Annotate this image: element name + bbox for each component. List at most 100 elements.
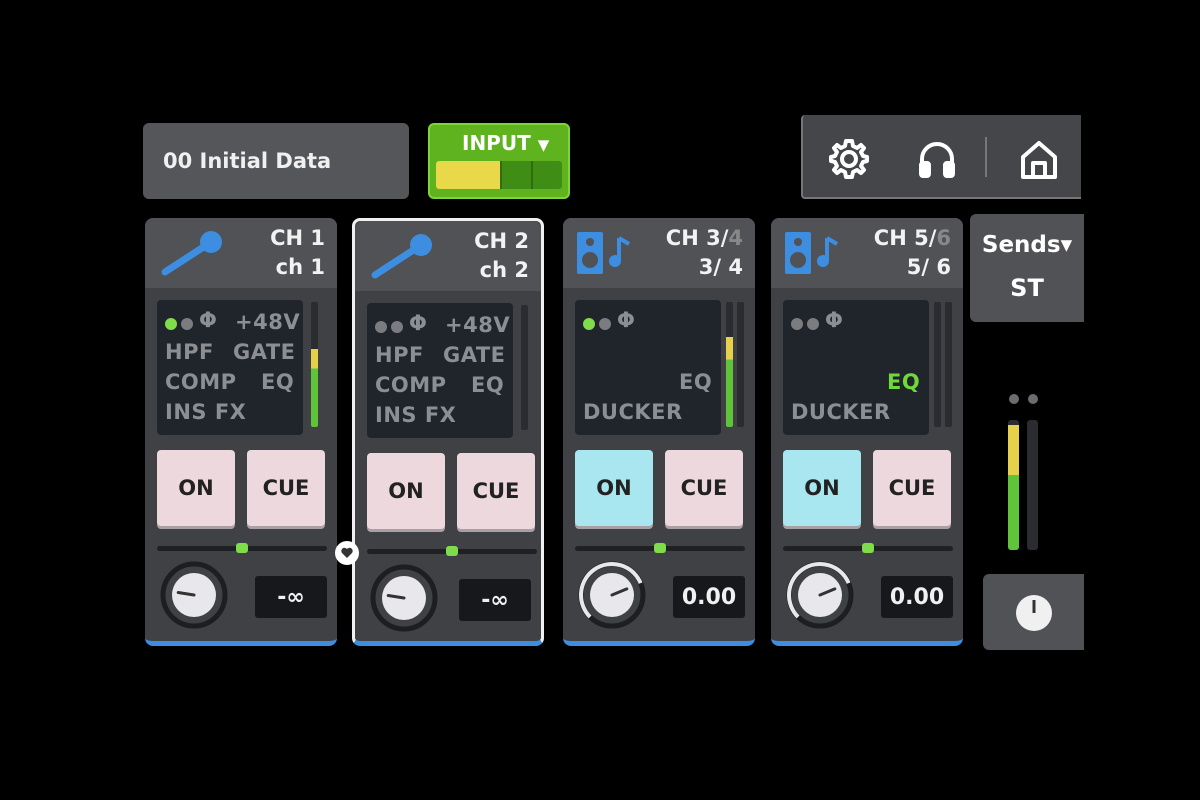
signal-dot: [583, 318, 595, 330]
pan-slider-handle[interactable]: [236, 543, 248, 553]
signal-dot: [807, 318, 819, 330]
channel-name: 5/ 6: [906, 255, 951, 279]
channel-strip[interactable]: CH 2 ch 2 Φ +48V HPF GATE COMP EQ INS FX…: [352, 218, 544, 646]
signal-dot: [391, 321, 403, 333]
bank-segment: [502, 161, 533, 189]
on-button[interactable]: ON: [783, 450, 861, 526]
hpf-indicator: HPF: [165, 340, 214, 364]
gain-knob[interactable]: [577, 560, 647, 630]
cue-button[interactable]: CUE: [873, 450, 951, 526]
channel-strip[interactable]: CH 1 ch 1 Φ +48V HPF GATE COMP EQ INS FX…: [145, 218, 337, 646]
speaker-music-icon: [785, 232, 839, 274]
channel-processing-panel[interactable]: Φ +48V HPF GATE COMP EQ INS FX: [157, 300, 303, 435]
eq-indicator: EQ: [887, 370, 921, 394]
stereo-peak-right: [1028, 394, 1038, 404]
on-button[interactable]: ON: [157, 450, 235, 526]
input-selector-button[interactable]: INPUT ▼: [428, 123, 570, 199]
phase-indicator: Φ: [617, 308, 636, 332]
signal-dot: [375, 321, 387, 333]
stereo-meter-right: [1027, 420, 1038, 550]
channel-name: 3/ 4: [698, 255, 743, 279]
phase-indicator: Φ: [409, 311, 428, 335]
channel-processing-panel[interactable]: Φ EQ DUCKER: [575, 300, 721, 435]
input-bank-indicator: [436, 161, 562, 189]
chevron-down-icon: ▾: [1060, 232, 1073, 258]
channel-meter-right: [737, 302, 744, 427]
link-marker-icon: [335, 541, 359, 565]
level-readout: -∞: [459, 579, 531, 621]
channel-header: CH 2 ch 2: [355, 221, 541, 291]
knob-icon: [1016, 595, 1052, 631]
pan-slider-handle[interactable]: [654, 543, 666, 553]
gear-icon[interactable]: [827, 137, 871, 181]
sends-label: Sends: [981, 232, 1061, 258]
headphones-icon[interactable]: [915, 137, 959, 181]
home-icon[interactable]: [1017, 137, 1061, 181]
pan-slider-handle[interactable]: [862, 543, 874, 553]
channel-id: CH 1: [270, 226, 325, 250]
channel-header: CH 3/4 3/ 4: [563, 218, 755, 288]
on-button[interactable]: ON: [367, 453, 445, 529]
channel-processing-panel[interactable]: Φ +48V HPF GATE COMP EQ INS FX: [367, 303, 513, 438]
pan-slider[interactable]: [783, 543, 953, 553]
ins-fx-indicator: INS FX: [165, 400, 247, 424]
cue-button[interactable]: CUE: [665, 450, 743, 526]
stereo-meter-left: [1008, 420, 1019, 550]
pan-slider[interactable]: [367, 546, 537, 556]
master-level-button[interactable]: [983, 574, 1084, 650]
channel-meter-left: [934, 302, 941, 427]
toolbar: [801, 115, 1081, 199]
ducker-indicator: DUCKER: [583, 400, 683, 424]
cue-button[interactable]: CUE: [457, 453, 535, 529]
gain-knob[interactable]: [785, 560, 855, 630]
channel-name: ch 1: [275, 255, 325, 279]
signal-dot: [165, 318, 177, 330]
signal-dot: [181, 318, 193, 330]
input-label: INPUT: [462, 131, 531, 155]
stereo-peak-left: [1009, 394, 1019, 404]
channel-strip[interactable]: CH 5/6 5/ 6 Φ EQ DUCKER ON CUE 0.00: [771, 218, 963, 646]
heart-icon: [341, 547, 353, 558]
channel-strip[interactable]: CH 3/4 3/ 4 Φ EQ DUCKER ON CUE 0.00: [563, 218, 755, 646]
phase-indicator: Φ: [825, 308, 844, 332]
eq-indicator: EQ: [679, 370, 713, 394]
microphone-icon: [161, 231, 222, 276]
level-readout: 0.00: [881, 576, 953, 618]
toolbar-divider: [985, 137, 987, 177]
signal-dot: [791, 318, 803, 330]
gate-indicator: GATE: [443, 343, 506, 367]
on-button[interactable]: ON: [575, 450, 653, 526]
microphone-icon: [371, 234, 432, 279]
speaker-music-icon: [577, 232, 631, 274]
channel-id: CH 3/4: [665, 226, 743, 250]
channel-meter: [521, 305, 528, 430]
channel-id: CH 2: [474, 229, 529, 253]
pan-slider[interactable]: [157, 543, 327, 553]
channel-header: CH 5/6 5/ 6: [771, 218, 963, 288]
channel-name: ch 2: [479, 258, 529, 282]
hpf-indicator: HPF: [375, 343, 424, 367]
chevron-down-icon: ▼: [537, 136, 550, 154]
phase-indicator: Φ: [199, 308, 218, 332]
channel-id: CH 5/6: [873, 226, 951, 250]
scene-memory-button[interactable]: 00 Initial Data: [143, 123, 409, 199]
eq-indicator: EQ: [261, 370, 295, 394]
sends-target: ST: [1010, 274, 1044, 302]
pan-slider[interactable]: [575, 543, 745, 553]
signal-dot: [599, 318, 611, 330]
ducker-indicator: DUCKER: [791, 400, 891, 424]
channel-meter: [311, 302, 318, 427]
channel-meter-right: [945, 302, 952, 427]
bank-segment: [533, 161, 562, 189]
cue-button[interactable]: CUE: [247, 450, 325, 526]
gain-knob[interactable]: [159, 560, 229, 630]
gain-knob[interactable]: [369, 563, 439, 633]
eq-indicator: EQ: [471, 373, 505, 397]
sends-selector-button[interactable]: Sends▾ ST: [970, 214, 1084, 322]
pan-slider-handle[interactable]: [446, 546, 458, 556]
comp-indicator: COMP: [375, 373, 447, 397]
channel-processing-panel[interactable]: Φ EQ DUCKER: [783, 300, 929, 435]
channel-meter-left: [726, 302, 733, 427]
scene-label: 00 Initial Data: [163, 149, 332, 173]
phantom-power-indicator: +48V: [445, 313, 511, 337]
